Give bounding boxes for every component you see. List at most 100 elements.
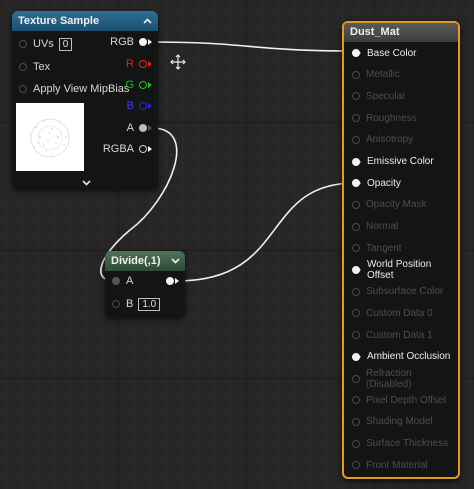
opacity-arrow-icon <box>357 180 361 187</box>
divide-b-input-pin[interactable] <box>112 300 120 308</box>
chevron-up-icon[interactable] <box>143 18 152 24</box>
divide-arrow-icon <box>175 278 179 284</box>
divide-header[interactable]: Divide(,1) <box>105 251 185 271</box>
surface-thickness-label: Surface Thickness <box>366 438 449 450</box>
material-input-normal: Normal <box>352 217 398 237</box>
a-output-pin[interactable] <box>139 124 147 132</box>
opacity-mask-label: Opacity Mask <box>366 199 427 211</box>
r-label: R <box>126 58 134 70</box>
tex-input-pin[interactable] <box>19 63 27 71</box>
rgb-output-row[interactable]: RGB <box>110 32 152 52</box>
world-position-offset-label: World Position Offset <box>367 259 432 281</box>
rgb-label: RGB <box>110 36 134 48</box>
divide-output-pin[interactable] <box>166 277 174 285</box>
material-input-base-color[interactable]: Base Color <box>352 43 416 63</box>
world-position-offset-arrow-icon <box>357 267 361 273</box>
rgba-output-row[interactable]: RGBA <box>103 139 152 159</box>
rgb-arrow-icon <box>148 39 152 45</box>
pixel-depth-offset-label: Pixel Depth Offset <box>366 394 447 406</box>
a-label: A <box>126 122 134 134</box>
divide-a-input-row[interactable]: A <box>112 271 133 291</box>
b-arrow-icon <box>148 103 152 109</box>
rgb-output-pin[interactable] <box>139 38 147 46</box>
custom-data-0-input-pin <box>352 309 360 318</box>
material-node[interactable]: Dust_Mat Base Color Metallic Specular Rough… <box>342 21 460 479</box>
material-input-world-position-offset[interactable]: World Position Offset <box>352 259 458 281</box>
mipbias-input-row[interactable]: Apply View MipBias <box>19 79 129 99</box>
r-arrow-icon <box>148 61 152 67</box>
chevron-down-icon[interactable] <box>171 258 180 264</box>
tex-label: Tex <box>33 61 51 73</box>
emissive-color-label: Emissive Color <box>367 156 434 167</box>
divide-b-label: B <box>126 298 134 310</box>
material-input-custom-data-1: Custom Data 1 <box>352 325 433 345</box>
front-material-input-pin <box>352 461 360 470</box>
ambient-occlusion-label: Ambient Occlusion <box>367 351 451 363</box>
refraction-label: Refraction (Disabled) <box>366 367 412 390</box>
move-cursor-icon <box>170 54 186 70</box>
b-output-row[interactable]: B <box>127 96 152 116</box>
ambient-occlusion-arrow-icon <box>357 353 361 360</box>
wire-rgb-to-base-color[interactable] <box>150 41 356 52</box>
roughness-input-pin <box>352 114 360 123</box>
divide-a-input-pin[interactable] <box>112 277 120 285</box>
texture-sample-node[interactable]: Texture Sample UVs 0 Tex Apply View MipB… <box>12 11 158 189</box>
r-output-pin[interactable] <box>139 60 147 68</box>
g-output-row[interactable]: G <box>125 75 152 95</box>
b-output-pin[interactable] <box>139 102 147 110</box>
material-input-roughness: Roughness <box>352 108 417 128</box>
material-input-emissive-color[interactable]: Emissive Color <box>352 152 434 172</box>
node-title: Divide(,1) <box>111 255 161 267</box>
g-output-pin[interactable] <box>139 81 147 89</box>
material-input-subsurface-color: Subsurface Color <box>352 282 443 302</box>
uvs-value[interactable]: 0 <box>58 37 73 51</box>
material-input-refraction: Refraction (Disabled) <box>352 367 458 390</box>
specular-label: Specular <box>366 90 406 102</box>
normal-label: Normal <box>366 221 399 233</box>
r-output-row[interactable]: R <box>126 54 152 74</box>
uvs-label: UVs <box>33 38 54 50</box>
rgba-arrow-icon <box>148 146 152 152</box>
chevron-down-icon[interactable] <box>82 180 91 186</box>
material-input-surface-thickness: Surface Thickness <box>352 434 448 454</box>
g-arrow-icon <box>148 82 152 88</box>
a-arrow-icon <box>148 125 152 131</box>
surface-thickness-input-pin <box>352 439 360 448</box>
material-input-custom-data-0: Custom Data 0 <box>352 303 433 323</box>
material-input-metallic: Metallic <box>352 65 400 85</box>
divide-b-value[interactable]: 1.0 <box>138 297 161 311</box>
material-input-opacity-mask: Opacity Mask <box>352 195 427 215</box>
custom-data-1-label: Custom Data 1 <box>366 329 433 341</box>
divide-node[interactable]: Divide(,1) A B 1.0 <box>105 251 185 317</box>
base-color-arrow-icon <box>357 50 361 56</box>
mipbias-input-pin[interactable] <box>19 85 27 93</box>
specular-input-pin <box>352 92 360 101</box>
base-color-label: Base Color <box>367 47 417 59</box>
material-input-ambient-occlusion[interactable]: Ambient Occlusion <box>352 347 450 367</box>
uvs-input-pin[interactable] <box>19 40 27 48</box>
divide-output-row[interactable] <box>166 271 179 291</box>
custom-data-1-input-pin <box>352 331 360 340</box>
normal-input-pin <box>352 222 360 231</box>
a-output-row[interactable]: A <box>127 118 152 138</box>
uvs-input-row[interactable]: UVs 0 <box>19 34 73 54</box>
material-header[interactable]: Dust_Mat <box>344 23 458 42</box>
divide-a-label: A <box>126 275 134 287</box>
mipbias-label: Apply View MipBias <box>33 83 130 95</box>
wire-divide-to-opacity[interactable] <box>176 182 356 282</box>
tex-input-row[interactable]: Tex <box>19 57 50 77</box>
material-input-shading-model: Shading Model <box>352 412 433 432</box>
node-title: Dust_Mat <box>350 26 400 38</box>
tangent-input-pin <box>352 244 360 253</box>
pixel-depth-offset-input-pin <box>352 396 360 405</box>
subsurface-color-input-pin <box>352 287 360 296</box>
rgba-output-pin[interactable] <box>139 145 147 153</box>
anisotropy-input-pin <box>352 135 360 144</box>
texture-sample-header[interactable]: Texture Sample <box>12 11 158 31</box>
material-input-specular: Specular <box>352 86 405 106</box>
divide-b-input-row[interactable]: B 1.0 <box>112 294 161 314</box>
material-input-tangent: Tangent <box>352 238 402 258</box>
dust-texture-image <box>29 118 70 158</box>
material-input-opacity[interactable]: Opacity <box>352 173 401 193</box>
metallic-label: Metallic <box>366 69 400 81</box>
